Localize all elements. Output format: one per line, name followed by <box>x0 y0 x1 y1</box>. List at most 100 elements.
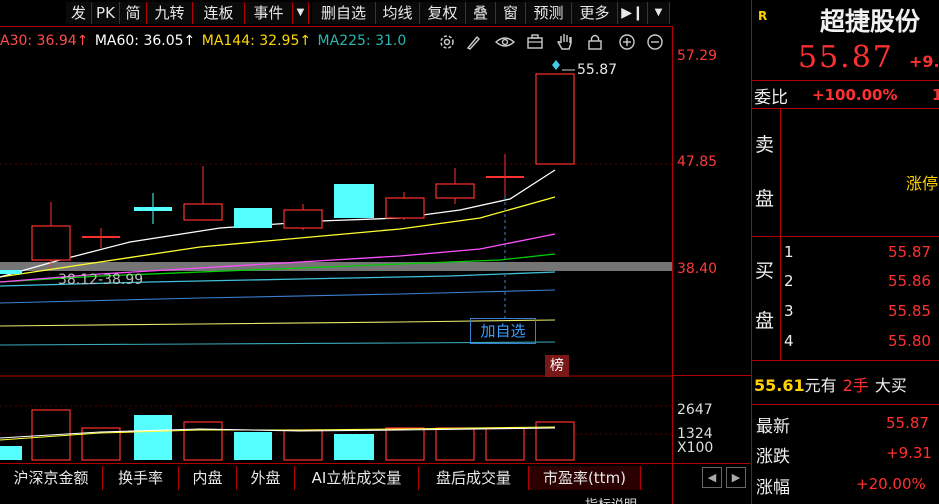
latest-label: 最新 <box>756 417 790 437</box>
toolbar-more-button[interactable]: 更多 <box>572 2 618 24</box>
tab-outer-volume[interactable]: 外盘 <box>237 466 295 490</box>
events-dropdown-icon[interactable]: ▼ <box>293 2 309 24</box>
briefcase-icon[interactable] <box>524 31 546 53</box>
buy-label-top: 买 <box>755 260 775 282</box>
zoom-in-icon[interactable] <box>616 31 638 53</box>
lock-icon[interactable] <box>584 31 606 53</box>
buy-label-bottom: 盘 <box>755 310 775 332</box>
order-ratio-extra: 1 <box>932 86 939 104</box>
tab-ai-volume[interactable]: AI立桩成交量 <box>295 466 419 490</box>
divider <box>780 108 781 236</box>
toolbar-window-button[interactable]: 窗 <box>496 2 526 24</box>
quote-panel: R 超捷股份 55.87 +9. 委比 +100.00% 1 卖 盘 涨停 买 … <box>751 0 939 504</box>
toolbar-simple-button[interactable]: 简 <box>120 2 147 24</box>
big-trade-price: 55.61 <box>754 376 805 395</box>
volume-axis-unit: X100 <box>677 440 714 456</box>
candle <box>82 236 120 238</box>
change-pct-value: +20.00% <box>856 475 926 493</box>
indicator-tabs: 沪深京金额 换手率 内盘 外盘 AI立桩成交量 盘后成交量 市盈率(ttm) ◀… <box>0 463 750 492</box>
change-label: 涨跌 <box>756 447 790 467</box>
volume-bar <box>234 432 272 460</box>
stock-name: 超捷股份 <box>820 7 921 36</box>
order-ratio-value: +100.00% <box>812 86 898 104</box>
volume-bar <box>183 421 223 461</box>
volume-bar <box>134 415 172 460</box>
price-change: +9. <box>909 52 939 71</box>
tab-pe-ttm[interactable]: 市盈率(ttm) <box>529 466 641 490</box>
volume-bar <box>385 427 425 461</box>
settings-icon[interactable] <box>436 31 458 53</box>
big-trade-type: 大买 <box>874 376 907 395</box>
eye-icon[interactable] <box>494 31 516 53</box>
zoom-out-icon[interactable] <box>644 31 666 53</box>
toolbar-ma-button[interactable]: 均线 <box>376 2 420 24</box>
toolbar-fa-button[interactable]: 发 <box>66 2 92 24</box>
tab-after-hours-volume[interactable]: 盘后成交量 <box>419 466 529 490</box>
price-axis-top: 57.29 <box>677 48 718 64</box>
volume-bar <box>334 434 374 460</box>
candle <box>234 208 272 228</box>
candle <box>183 203 223 221</box>
tab-turnover-amount[interactable]: 沪深京金额 <box>0 466 103 490</box>
bid-price: 55.87 <box>888 243 931 261</box>
toolbar-events-button[interactable]: 事件 <box>245 2 293 24</box>
axis-divider <box>673 375 751 376</box>
volume-bar <box>485 427 525 461</box>
kline-chart[interactable] <box>0 52 672 462</box>
bid-level: 4 <box>784 332 794 350</box>
toolbar-streak-button[interactable]: 连板 <box>193 2 245 24</box>
limit-up-label: 涨停 <box>906 174 939 193</box>
divider <box>752 80 939 81</box>
more-dropdown-icon[interactable]: ▼ <box>648 2 670 24</box>
big-trade-notice[interactable]: 55.61元有 2手 大买 <box>754 372 907 396</box>
ma225-legend: MA225: 31.0 <box>317 33 407 49</box>
hand-icon[interactable] <box>554 31 576 53</box>
divider <box>752 404 939 405</box>
change-value: +9.31 <box>886 444 932 462</box>
high-price-label: 55.87 <box>577 62 618 78</box>
add-watchlist-button[interactable]: 加自选 <box>470 318 536 344</box>
candle <box>0 270 22 274</box>
tab-inner-volume[interactable]: 内盘 <box>179 466 237 490</box>
ma144-legend: MA144: 32.95↑ <box>201 33 312 49</box>
toolbar-overlay-button[interactable]: 叠 <box>466 2 496 24</box>
bid-price: 55.86 <box>888 272 931 290</box>
toolbar-nine-turn-button[interactable]: 九转 <box>147 2 193 24</box>
candle <box>435 183 475 199</box>
divider <box>780 236 781 360</box>
candle <box>334 184 374 218</box>
candle <box>134 207 172 211</box>
ma-legend: A30: 36.94↑ MA60: 36.05↑ MA144: 32.95↑ M… <box>0 30 406 52</box>
candlesticks <box>0 73 575 274</box>
toolbar-pk-button[interactable]: PK <box>92 2 120 24</box>
scroll-right-icon[interactable]: ▶ <box>726 467 746 488</box>
volume-axis-top: 2647 <box>677 402 713 418</box>
volume-bars <box>0 409 575 461</box>
toolbar-remove-watch-button[interactable]: 删自选 <box>312 2 376 24</box>
price-axis-low: 38.40 <box>677 261 718 277</box>
gap-range-label: 38.12-38.99 <box>58 272 144 288</box>
play-to-end-icon[interactable]: ▶❙ <box>618 2 648 24</box>
pen-icon[interactable] <box>462 31 484 53</box>
tab-turnover-rate[interactable]: 换手率 <box>103 466 179 490</box>
bid-level: 2 <box>784 272 794 290</box>
sell-label-bottom: 盘 <box>755 188 775 210</box>
candle <box>385 197 425 219</box>
ma-line-blue <box>0 289 556 304</box>
price-axis: 57.29 47.85 38.40 2647 1324 X100 <box>672 26 751 504</box>
bid-price: 55.85 <box>888 302 931 320</box>
volume-bar <box>0 446 22 460</box>
indicator-help-link[interactable]: 指标说明 <box>585 494 637 504</box>
latest-value: 55.87 <box>886 414 929 432</box>
toolbar-forecast-button[interactable]: 预测 <box>526 2 572 24</box>
order-ratio-label: 委比 <box>754 88 788 108</box>
rank-badge[interactable]: 榜 <box>545 355 569 377</box>
chart-toolbar: 发 PK 简 九转 连板 事件 ▼ 删自选 均线 复权 叠 窗 预测 更多 ▶❙… <box>0 0 672 27</box>
current-price: 55.87 <box>798 40 894 75</box>
price-axis-mid: 47.85 <box>677 154 718 170</box>
ma30-legend: A30: 36.94↑ <box>0 33 89 49</box>
scroll-left-icon[interactable]: ◀ <box>702 467 722 488</box>
volume-bar <box>283 429 323 461</box>
toolbar-adjust-button[interactable]: 复权 <box>420 2 466 24</box>
bid-level: 3 <box>784 302 794 320</box>
